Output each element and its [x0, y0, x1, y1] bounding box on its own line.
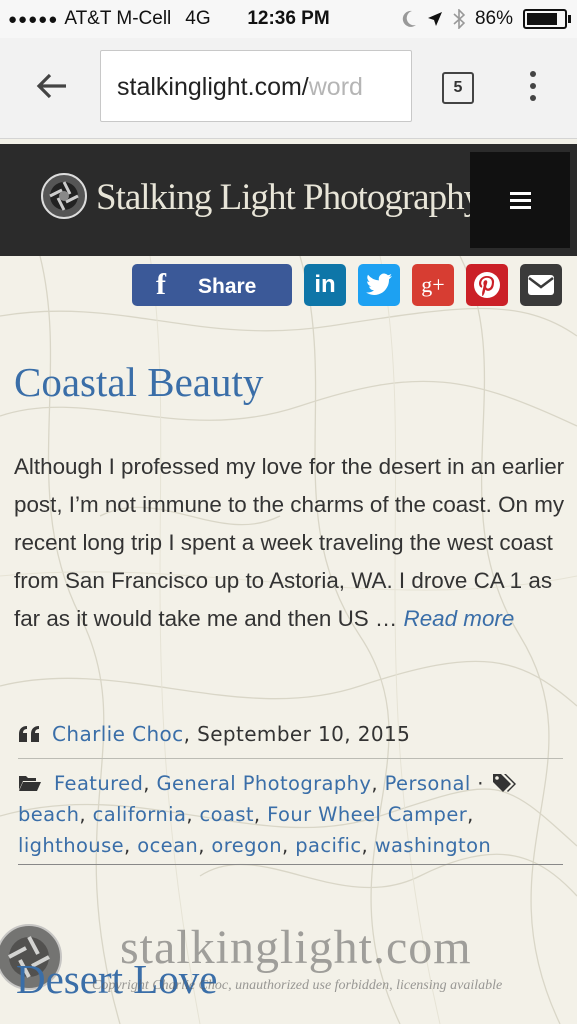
watermark-copyright: Copyright Charlie Choc, unauthorized use… — [92, 978, 503, 993]
hamburger-menu-button[interactable] — [470, 152, 570, 248]
tag-link[interactable]: coast — [200, 803, 254, 826]
twitter-bird-icon — [366, 273, 392, 295]
post-taxonomy: Featured, General Photography, Personal … — [18, 768, 563, 861]
tag-link[interactable]: beach — [18, 803, 79, 826]
tab-switcher-button[interactable]: 5 — [442, 72, 474, 104]
bluetooth-icon — [453, 9, 465, 29]
battery-icon — [523, 9, 571, 29]
category-link[interactable]: Featured — [54, 772, 143, 795]
facebook-share-button[interactable]: f Share — [132, 264, 292, 306]
address-bar[interactable]: stalkinglight.com/word — [100, 50, 412, 122]
back-arrow-icon[interactable] — [34, 68, 70, 104]
post-excerpt: Although I professed my love for the des… — [14, 448, 569, 638]
pinterest-share-button[interactable] — [466, 264, 508, 306]
location-arrow-icon — [427, 12, 442, 26]
browser-toolbar: stalkinglight.com/word 5 — [0, 38, 577, 139]
envelope-icon — [528, 275, 554, 295]
google-plus-share-button[interactable]: g+ — [412, 264, 454, 306]
aperture-logo-icon[interactable] — [40, 172, 88, 220]
tag-link[interactable]: Four Wheel Camper — [267, 803, 467, 826]
post-title[interactable]: Coastal Beauty — [14, 358, 263, 406]
quote-icon — [19, 726, 39, 742]
facebook-share-label: Share — [198, 275, 257, 298]
post-excerpt-text: Although I professed my love for the des… — [14, 454, 565, 631]
author-link[interactable]: Charlie Choc — [52, 722, 184, 746]
tag-link[interactable]: pacific — [295, 834, 361, 857]
category-link[interactable]: Personal — [385, 772, 471, 795]
google-plus-icon: g+ — [421, 272, 445, 297]
linkedin-share-button[interactable]: in — [304, 264, 346, 306]
tag-link[interactable]: washington — [375, 834, 492, 857]
post-divider — [18, 864, 563, 865]
folder-open-icon — [19, 776, 41, 791]
linkedin-icon: in — [314, 271, 336, 298]
url-text: stalkinglight.com/ — [117, 73, 309, 101]
url-text-overflow: word — [308, 73, 363, 101]
tag-link[interactable]: oregon — [211, 834, 282, 857]
read-more-link[interactable]: Read more — [404, 606, 515, 631]
post-byline: Charlie Choc, September 10, 2015 — [18, 722, 410, 746]
tag-link[interactable]: ocean — [137, 834, 198, 857]
email-share-button[interactable] — [520, 264, 562, 306]
site-title[interactable]: Stalking Light Photography — [96, 176, 482, 219]
tag-link[interactable]: lighthouse — [18, 834, 124, 857]
tag-link[interactable]: california — [93, 803, 187, 826]
post-date: , September 10, 2015 — [183, 722, 411, 746]
do-not-disturb-icon — [402, 10, 416, 27]
facebook-icon: f — [156, 268, 166, 301]
tags-icon — [493, 774, 517, 792]
battery-percent: 86% — [474, 8, 513, 29]
pinterest-icon — [474, 272, 500, 298]
twitter-share-button[interactable] — [358, 264, 400, 306]
overflow-menu-icon[interactable] — [530, 71, 540, 107]
status-bar: ●●●●● AT&T M-Cell 4G 12:36 PM 86% — [0, 0, 577, 38]
meta-divider — [18, 758, 563, 759]
category-link[interactable]: General Photography — [156, 772, 371, 795]
